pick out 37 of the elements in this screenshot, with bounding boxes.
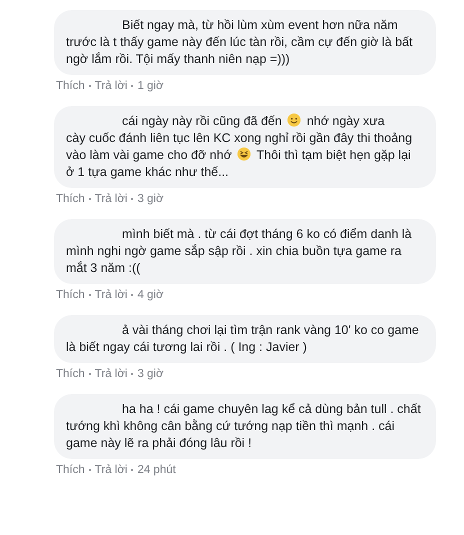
separator-dot-icon	[88, 294, 91, 296]
reply-link[interactable]: Trả lời	[94, 80, 128, 92]
comment-text: ở 1 tựa game khác như thế...	[66, 165, 229, 179]
comment-text: ả vài tháng chơi lại tìm trận rank vàng 10' ko co game là biết ngay cái tương lai rồi . ( Ing : Javier )	[66, 323, 419, 354]
reply-link[interactable]: Trả lời	[94, 368, 128, 380]
separator-dot-icon	[131, 85, 134, 87]
reply-link[interactable]: Trả lời	[94, 289, 128, 301]
comment-text: nhớ ngày xưa	[306, 114, 385, 128]
separator-dot-icon	[88, 198, 91, 200]
reply-link[interactable]: Trả lời	[94, 464, 128, 476]
comment-time: 1 giờ	[137, 80, 164, 92]
comment-time: 3 giờ	[137, 193, 164, 205]
separator-dot-icon	[131, 469, 134, 471]
comment-time: 3 giờ	[137, 368, 164, 380]
comment-time: 4 giờ	[137, 289, 164, 301]
separator-dot-icon	[88, 469, 91, 471]
separator-dot-icon	[131, 294, 134, 296]
smiley-emoji-icon	[287, 113, 302, 127]
grinning-emoji-icon	[237, 147, 252, 161]
comment-text: Thôi thì tạm biệt hẹn gặp lại	[256, 148, 411, 162]
separator-dot-icon	[131, 198, 134, 200]
like-link[interactable]: Thích	[56, 80, 85, 92]
separator-dot-icon	[88, 373, 91, 375]
separator-dot-icon	[131, 373, 134, 375]
comment-text: mình biết mà . từ cái đợt tháng 6 ko có điểm danh là mình nghi ngờ game sắp sập rồi . xin chia buồn tựa game ra mắt 3 năm :((	[66, 227, 412, 275]
like-link[interactable]: Thích	[56, 368, 85, 380]
separator-dot-icon	[88, 85, 91, 87]
comment-text: vào làm vài game cho đỡ nhớ	[66, 148, 232, 162]
comment-text: Biết ngay mà, từ hồi lùm xùm event hơn nữa năm trước là t thấy game này đến lúc tàn rồi, cầm cự đến giờ là bất ngờ lắm rồi. Tội mấy thanh niên nạp =)))	[66, 18, 412, 66]
comment-time: 24 phút	[137, 464, 176, 476]
like-link[interactable]: Thích	[56, 289, 85, 301]
comment-text: cái ngày này rồi cũng đã đến	[122, 114, 282, 128]
like-link[interactable]: Thích	[56, 193, 85, 205]
comment-text: cày cuốc đánh liên tục lên KC xong nghỉ rồi gần đây thi thoảng	[66, 131, 412, 145]
like-link[interactable]: Thích	[56, 464, 85, 476]
reply-link[interactable]: Trả lời	[94, 193, 128, 205]
comment-text: ha ha ! cái game chuyên lag kể cả dùng bản tull . chất tướng khì không cân bằng cứ tướng nạp tiền thì mạnh . cái game này lẽ ra phải đóng lâu rồi !	[66, 402, 421, 450]
